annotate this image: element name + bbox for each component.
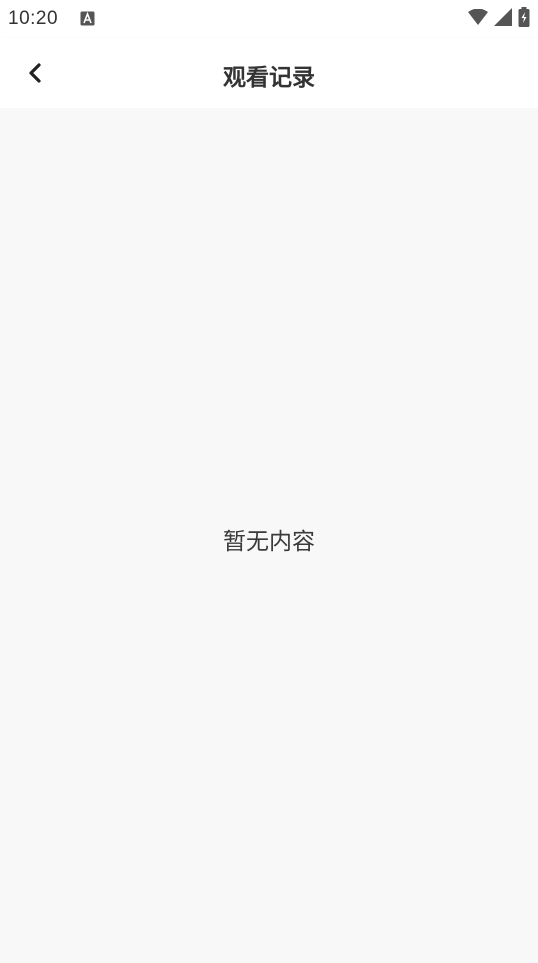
cellular-signal-icon	[494, 8, 512, 30]
page-title: 观看记录	[223, 65, 315, 91]
wifi-icon	[468, 8, 488, 29]
app-bar: 观看记录	[0, 38, 538, 108]
status-time: 10:20	[8, 8, 59, 29]
status-bar: 10:20	[0, 0, 538, 38]
battery-charging-icon	[518, 7, 530, 31]
content-area: 暂无内容	[0, 108, 538, 963]
notification-a-icon	[80, 11, 95, 26]
empty-state-message: 暂无内容	[223, 529, 315, 555]
status-icons	[468, 7, 530, 31]
